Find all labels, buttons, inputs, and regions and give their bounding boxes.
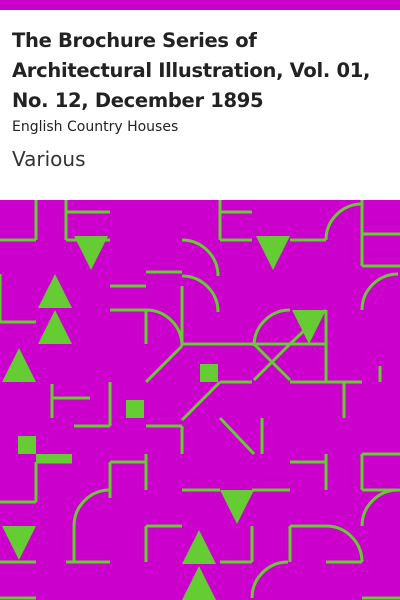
square	[18, 436, 36, 454]
book-author: Various	[12, 147, 86, 171]
square	[36, 454, 72, 462]
square	[200, 364, 218, 382]
cover-pattern	[0, 200, 400, 600]
book-title: The Brochure Series of Architectural Ill…	[12, 29, 371, 112]
square	[126, 400, 144, 418]
book-subtitle: English Country Houses	[12, 119, 179, 135]
top-accent-bar	[0, 0, 400, 10]
book-cover: The Brochure Series of Architectural Ill…	[0, 0, 400, 600]
